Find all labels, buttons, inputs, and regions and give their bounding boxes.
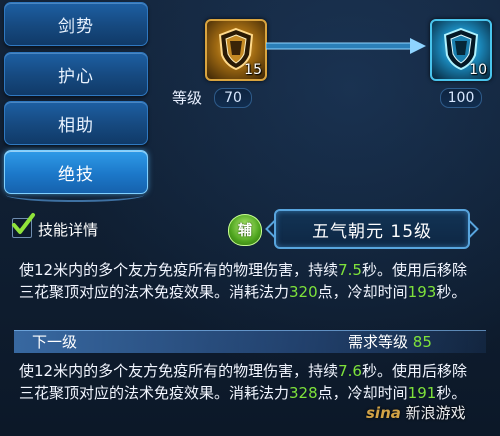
tab-huxin[interactable]: 护心 (4, 52, 148, 96)
next-skill-description: 使12米内的多个友方免疫所有的物理伤害，持续7.6秒。使用后移除三花聚顶对应的法… (19, 362, 467, 402)
tab-jianshi[interactable]: 剑势 (4, 2, 148, 46)
next-level-label: 下一级 (32, 333, 78, 351)
next-mana-value: 328 (289, 384, 318, 402)
current-required-level: 70 (214, 88, 252, 108)
next-duration-value: 7.6 (338, 362, 362, 380)
sina-games-watermark: sina 新浪游戏 (366, 404, 466, 422)
current-skill-icon[interactable]: 15 (205, 19, 267, 81)
checkmark-icon (12, 213, 35, 234)
next-skill-level-badge: 10 (469, 62, 487, 78)
current-duration-value: 7.5 (338, 261, 362, 279)
next-required-level: 100 (440, 88, 482, 108)
skill-title: 五气朝元 15级 (274, 209, 470, 249)
skill-type-badge: 辅 (228, 214, 262, 246)
current-skill-description: 使12米内的多个友方免疫所有的物理伤害，持续7.5秒。使用后移除三花聚顶对应的法… (19, 261, 467, 301)
level-label: 等级 (172, 89, 203, 107)
upgrade-arrow-icon (266, 38, 426, 54)
current-skill-level-badge: 15 (244, 62, 262, 78)
current-cooldown-value: 193 (407, 283, 437, 301)
details-checkbox-label[interactable]: 技能详情 (38, 219, 98, 240)
next-skill-icon[interactable]: 10 (430, 19, 492, 81)
required-level-label: 需求等级 85 (348, 333, 432, 351)
sina-logo: sina (366, 404, 401, 422)
current-mana-value: 320 (289, 283, 318, 301)
tab-divider (6, 188, 144, 202)
tab-xiangzhu[interactable]: 相助 (4, 101, 148, 145)
required-level-value: 85 (412, 333, 432, 351)
next-cooldown-value: 191 (407, 384, 437, 402)
